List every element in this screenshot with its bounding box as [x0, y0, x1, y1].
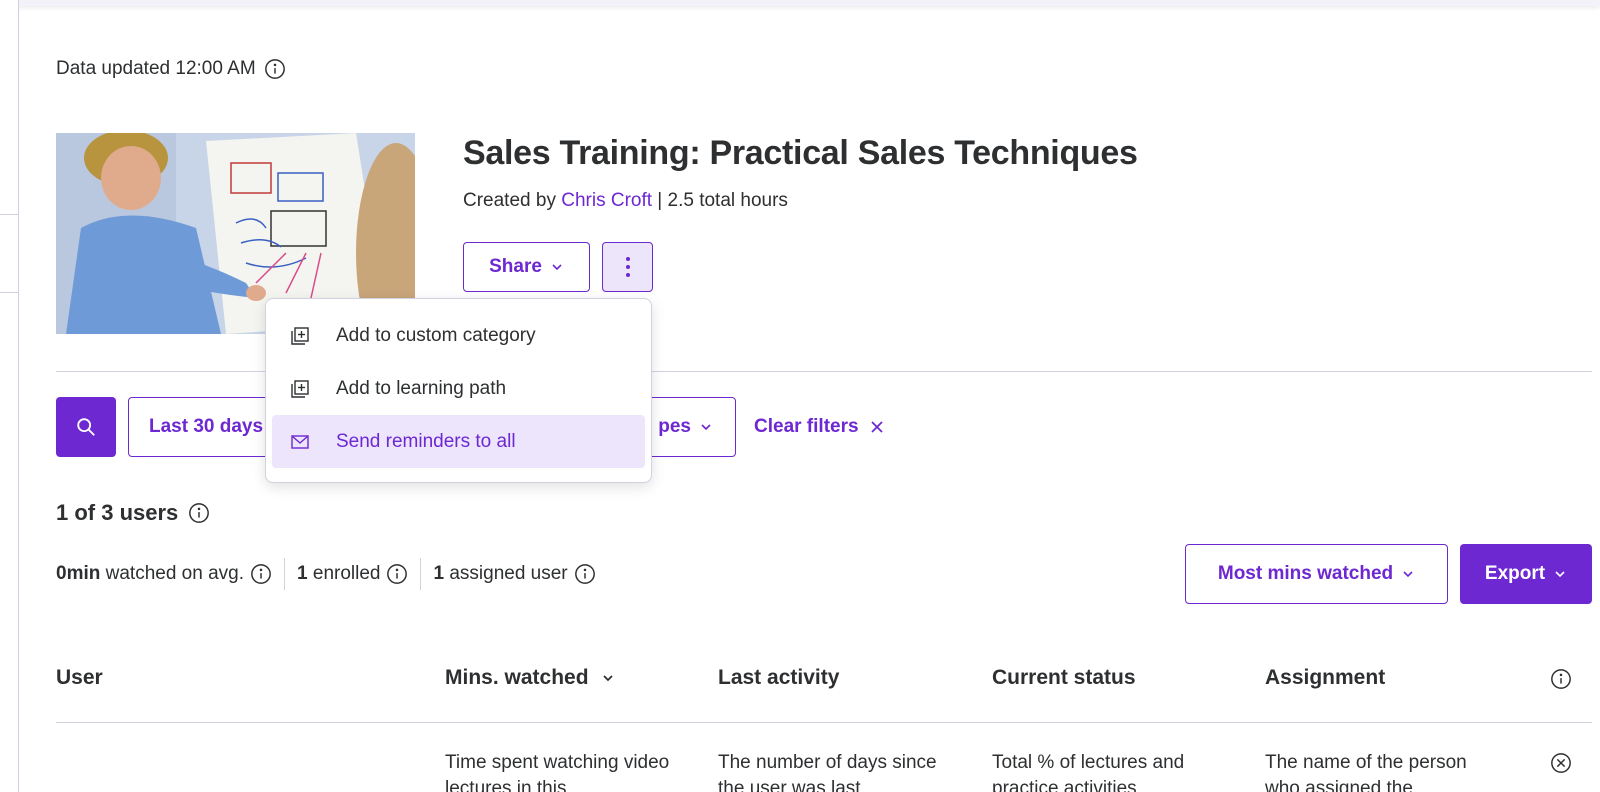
close-circle-icon	[1550, 752, 1572, 774]
menu-item-label: Send reminders to all	[336, 430, 516, 452]
users-count: 1 of 3 users	[56, 500, 210, 526]
rail-divider	[0, 214, 18, 215]
menu-item-send-reminders[interactable]: Send reminders to all	[272, 415, 645, 468]
mail-icon	[290, 432, 310, 452]
date-filter-label: Last 30 days	[149, 416, 264, 437]
close-description-button[interactable]	[1550, 752, 1572, 774]
column-header-user: User	[56, 666, 103, 690]
column-description-last-activity: The number of days since the user was la…	[718, 752, 937, 792]
date-filter-button[interactable]: Last 30 days	[128, 397, 288, 457]
column-header-label: User	[56, 666, 103, 689]
chevron-down-icon	[1401, 567, 1415, 581]
clear-filters-button[interactable]: Clear filters	[754, 410, 885, 444]
chevron-down-icon	[601, 671, 615, 685]
column-header-assignment: Assignment	[1265, 666, 1385, 690]
column-header-current-status: Current status	[992, 666, 1136, 690]
enrolled-value: 1	[297, 563, 308, 584]
menu-item-label: Add to learning path	[336, 377, 507, 399]
rail-divider	[0, 292, 18, 293]
watched-value: 0min	[56, 563, 101, 584]
info-icon[interactable]	[264, 58, 286, 80]
watched-label: watched on avg.	[100, 563, 245, 584]
course-title: Sales Training: Practical Sales Techniqu…	[463, 134, 1138, 172]
column-header-label: Mins. watched	[445, 666, 589, 689]
search-icon	[77, 418, 95, 436]
column-header-last-activity: Last activity	[718, 666, 839, 690]
info-icon[interactable]	[1550, 668, 1572, 690]
sort-button[interactable]: Most mins watched	[1185, 544, 1448, 604]
course-meta: Created by Chris Croft | 2.5 total hours	[463, 190, 788, 212]
info-icon[interactable]	[188, 502, 210, 524]
menu-item-label: Add to custom category	[336, 324, 536, 346]
more-options-menu: Add to custom category Add to learning p…	[265, 298, 652, 483]
stat-assigned: 1 assigned user	[433, 563, 595, 585]
assigned-label: assigned user	[444, 563, 568, 584]
column-header-label: Assignment	[1265, 666, 1386, 689]
chevron-down-icon	[699, 420, 713, 434]
search-button[interactable]	[56, 397, 116, 457]
stat-watched: 0min watched on avg.	[56, 563, 272, 585]
enrolled-label: enrolled	[307, 563, 381, 584]
share-button[interactable]: Share	[463, 242, 590, 292]
summary-stats: 0min watched on avg. 1 enrolled 1 assign…	[56, 558, 596, 590]
column-description-mins-watched: Time spent watching video lectures in th…	[445, 752, 670, 792]
menu-item-add-category[interactable]: Add to custom category	[272, 309, 645, 362]
column-header-mins-watched[interactable]: Mins. watched	[445, 666, 615, 690]
export-label: Export	[1484, 563, 1546, 584]
users-count-text: 1 of 3 users	[56, 500, 179, 525]
info-icon[interactable]	[250, 563, 272, 585]
types-filter-label: pes	[658, 416, 691, 437]
data-updated: Data updated 12:00 AM	[56, 56, 286, 82]
total-hours: | 2.5 total hours	[652, 190, 788, 211]
more-options-button[interactable]	[602, 242, 653, 292]
created-by-label: Created by	[463, 190, 562, 211]
add-path-icon	[290, 379, 310, 399]
close-icon	[870, 421, 883, 433]
table-divider	[56, 722, 1592, 723]
kebab-icon	[625, 257, 630, 277]
column-header-label: Last activity	[718, 666, 840, 689]
info-icon[interactable]	[386, 563, 408, 585]
menu-item-add-learning-path[interactable]: Add to learning path	[272, 362, 645, 415]
export-button[interactable]: Export	[1460, 544, 1592, 604]
stat-divider	[420, 558, 422, 590]
top-bar	[0, 0, 1600, 6]
column-header-label: Current status	[992, 666, 1136, 689]
share-label: Share	[489, 256, 542, 277]
add-category-icon	[290, 326, 310, 346]
assigned-value: 1	[433, 563, 445, 584]
column-description-assignment: The name of the person who assigned the	[1265, 752, 1467, 792]
chevron-down-icon	[550, 260, 564, 274]
info-icon[interactable]	[574, 563, 596, 585]
clear-filters-label: Clear filters	[754, 416, 859, 437]
sort-label: Most mins watched	[1217, 563, 1394, 584]
stat-divider	[284, 558, 286, 590]
column-description-current-status: Total % of lectures and practice activit…	[992, 752, 1185, 792]
data-updated-text: Data updated 12:00 AM	[56, 58, 256, 79]
author-link[interactable]: Chris Croft	[561, 190, 652, 211]
stat-enrolled: 1 enrolled	[297, 563, 408, 585]
left-rail	[0, 0, 19, 792]
chevron-down-icon	[1553, 567, 1567, 581]
